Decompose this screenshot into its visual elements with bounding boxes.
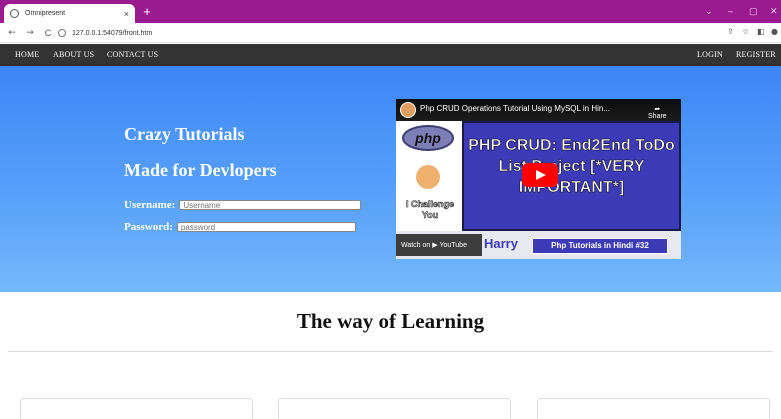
forward-icon[interactable]: → bbox=[24, 28, 36, 38]
thumbnail-headline: PHP CRUD: End2End ToDo List Project [*VE… bbox=[468, 137, 675, 197]
star-icon[interactable]: ☆ bbox=[742, 27, 749, 36]
close-window-icon[interactable]: ✕ bbox=[770, 6, 778, 17]
share-button[interactable]: ➦ Share bbox=[648, 105, 667, 120]
card-3 bbox=[537, 398, 770, 419]
new-tab-button[interactable]: + bbox=[140, 5, 154, 19]
password-label: Password: bbox=[124, 221, 173, 233]
nav-login[interactable]: LOGIN bbox=[697, 50, 723, 59]
tab-close-icon[interactable]: × bbox=[124, 9, 129, 19]
challenge-text: I Challenge You bbox=[405, 199, 455, 221]
minimize-icon[interactable]: – bbox=[728, 6, 733, 16]
share-icon[interactable]: ⇪ bbox=[727, 27, 734, 36]
video-title[interactable]: Php CRUD Operations Tutorial Using MySQL… bbox=[420, 104, 610, 113]
section-title: The way of Learning bbox=[296, 309, 485, 333]
share-icon: ➦ bbox=[654, 106, 661, 113]
back-icon[interactable]: ← bbox=[6, 28, 18, 38]
php-logo: php bbox=[402, 125, 454, 151]
hero-heading-1: Crazy Tutorials bbox=[124, 124, 245, 144]
browser-tabbar: Omnipresent × + ⌄ – ▢ ✕ bbox=[0, 0, 781, 23]
youtube-embed[interactable]: Php CRUD Operations Tutorial Using MySQL… bbox=[396, 99, 681, 259]
sidepanel-icon[interactable]: ◧ bbox=[757, 27, 765, 36]
url-field[interactable]: 127.0.0.1:54079/front.htm bbox=[58, 26, 698, 40]
channel-name: Harry bbox=[484, 236, 518, 251]
password-row: Password: bbox=[124, 221, 356, 233]
share-label: Share bbox=[648, 113, 667, 120]
url-text: 127.0.0.1:54079/front.htm bbox=[72, 29, 153, 37]
nav-register[interactable]: REGISTER bbox=[736, 50, 776, 59]
site-navbar: HOME ABOUT US CONTACT US LOGIN REGISTER bbox=[0, 44, 781, 66]
tab-search-icon[interactable]: ⌄ bbox=[705, 6, 713, 17]
divider bbox=[8, 351, 773, 352]
tab-title: Omnipresent bbox=[25, 10, 66, 17]
nav-contact-us[interactable]: CONTACT US bbox=[107, 50, 158, 59]
username-label: Username: bbox=[124, 199, 176, 211]
password-input[interactable] bbox=[176, 222, 356, 232]
username-input[interactable] bbox=[179, 200, 362, 210]
profile-icon[interactable]: ● bbox=[771, 27, 778, 36]
maximize-icon[interactable]: ▢ bbox=[749, 6, 758, 17]
card-2 bbox=[278, 398, 511, 419]
card-1 bbox=[20, 398, 253, 419]
youtube-play-icon[interactable] bbox=[522, 163, 558, 187]
username-row: Username: bbox=[124, 199, 362, 211]
browser-tab[interactable]: Omnipresent × bbox=[4, 4, 135, 23]
watch-on-youtube-button[interactable]: Watch on ▶ YouTube bbox=[396, 234, 482, 256]
thumbnail-board: PHP CRUD: End2End ToDo List Project [*VE… bbox=[462, 121, 681, 231]
hero-heading-2: Made for Devlopers bbox=[124, 160, 277, 180]
address-bar: ← → C 127.0.0.1:54079/front.htm ⇪ ☆ ◧ ● bbox=[0, 23, 781, 43]
nav-home[interactable]: HOME bbox=[15, 50, 39, 59]
globe-icon bbox=[10, 9, 19, 18]
series-badge: Php Tutorials in Hindi #32 bbox=[532, 238, 668, 254]
reload-icon[interactable]: C bbox=[42, 28, 54, 38]
nav-about-us[interactable]: ABOUT US bbox=[53, 50, 94, 59]
site-info-icon[interactable] bbox=[58, 29, 66, 37]
presenter-image bbox=[416, 165, 440, 189]
channel-avatar[interactable] bbox=[400, 102, 416, 118]
